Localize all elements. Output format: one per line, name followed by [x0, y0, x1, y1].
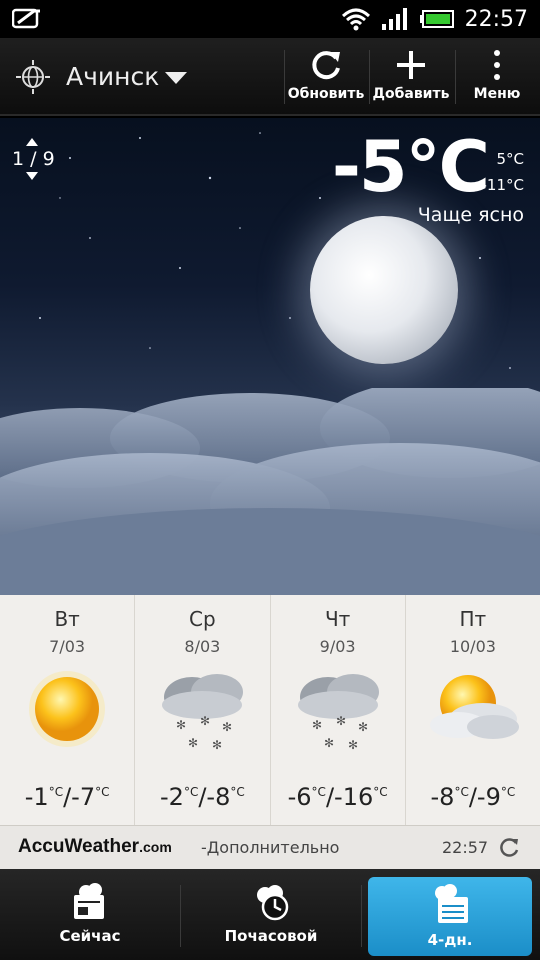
add-label: Добавить: [372, 86, 450, 102]
forecast-panel: Вт 7/03 -1°C/-7°C Ср 8/03 ✻ ✻ ✻ ✻ ✻ -2°C/-8°…: [0, 595, 540, 825]
forecast-temperature-range: -2°C/-8°C: [160, 783, 245, 811]
forecast-date: 9/03: [319, 637, 356, 656]
last-updated-time: 22:57: [442, 838, 489, 857]
svg-text:✻: ✻: [176, 718, 186, 732]
forecast-date: 8/03: [184, 637, 221, 656]
provider-strip: AccuWeather.com -Дополнительно 22:57: [0, 825, 540, 869]
accuweather-logo[interactable]: AccuWeather.com: [18, 836, 172, 858]
refresh-label: Обновить: [287, 86, 365, 102]
tab-now-label: Сейчас: [59, 927, 121, 945]
svg-text:✻: ✻: [312, 718, 322, 732]
forecast-day[interactable]: Вт 7/03 -1°C/-7°C: [0, 595, 136, 825]
svg-text:✻: ✻: [324, 736, 334, 750]
forecast-date: 7/03: [49, 637, 86, 656]
svg-text:✻: ✻: [358, 720, 368, 734]
overflow-menu-icon: [494, 50, 500, 80]
current-temperature: -5°C: [331, 126, 490, 208]
bottom-tab-bar: Сейчас Почасовой 4-дн.: [0, 869, 540, 960]
forecast-temperature-range: -6°C/-16°C: [287, 783, 388, 811]
snow-icon: ✻ ✻ ✻✻ ✻: [297, 674, 379, 752]
svg-text:✻: ✻: [222, 720, 232, 734]
calendar-cloud-icon: [435, 884, 468, 923]
temperature-low: -11°C: [481, 176, 524, 194]
notification-icon: [12, 8, 40, 29]
divider: [361, 885, 362, 947]
city-name[interactable]: Ачинск: [66, 62, 159, 91]
svg-text:✻: ✻: [348, 738, 358, 752]
svg-text:✻: ✻: [200, 714, 210, 728]
refresh-icon[interactable]: [497, 836, 521, 860]
chevron-down-icon[interactable]: [165, 72, 187, 84]
weather-condition: Чаще ясно: [417, 204, 524, 226]
refresh-icon: [312, 51, 340, 80]
add-city-button[interactable]: Добавить: [370, 38, 452, 116]
clock-cloud-icon: [257, 885, 289, 921]
forecast-temperature-range: -1°C/-7°C: [24, 783, 110, 811]
battery-icon: [419, 10, 454, 28]
partly-sunny-icon: [429, 675, 519, 739]
forecast-day-name: Ср: [189, 607, 216, 631]
forecast-date: 10/03: [449, 637, 496, 656]
menu-button[interactable]: Меню: [456, 38, 538, 116]
tab-4-day-label: 4-дн.: [427, 931, 473, 949]
temperature-high: 5°C: [496, 150, 524, 168]
clouds-image: [0, 388, 540, 595]
wifi-icon: [341, 8, 370, 31]
calendar-cloud-icon: [74, 883, 104, 919]
forecast-day-name: Вт: [54, 607, 80, 631]
sunny-icon: [29, 671, 105, 747]
moon-image: [310, 216, 458, 364]
plus-icon: [397, 51, 425, 79]
locate-icon[interactable]: [16, 60, 50, 94]
tab-now[interactable]: Сейчас: [0, 869, 180, 960]
forecast-day[interactable]: Чт 9/03 ✻ ✻ ✻ ✻ ✻ -6°C/-16°C: [271, 595, 406, 825]
tab-hourly-label: Почасовой: [224, 927, 318, 945]
svg-text:✻: ✻: [212, 738, 222, 752]
svg-text:✻: ✻: [188, 736, 198, 750]
forecast-day-name: Пт: [459, 607, 487, 631]
refresh-button[interactable]: Обновить: [286, 38, 366, 116]
forecast-temperature-range: -8°C/-9°C: [430, 783, 516, 811]
tab-4-day[interactable]: 4-дн.: [368, 877, 532, 956]
action-bar: Ачинск Обновить Добавить Меню: [0, 38, 540, 116]
divider: [284, 50, 285, 104]
forecast-day[interactable]: Ср 8/03 ✻ ✻ ✻ ✻ ✻ -2°C/-8°C: [135, 595, 271, 825]
forecast-day-name: Чт: [324, 607, 351, 631]
tab-hourly[interactable]: Почасовой: [181, 869, 361, 960]
status-time: 22:57: [464, 6, 528, 32]
weather-scene[interactable]: 1 / 9 -5°C 5°C -11°C Чаще ясно: [0, 118, 540, 595]
menu-label: Меню: [473, 86, 521, 102]
signal-icon: [381, 8, 407, 30]
svg-text:✻: ✻: [336, 714, 346, 728]
status-bar: 22:57: [0, 0, 540, 38]
forecast-day[interactable]: Пт 10/03 -8°C/-9°C: [406, 595, 540, 825]
location-page-indicator: 1 / 9: [12, 148, 55, 170]
more-link[interactable]: -Дополнительно: [201, 838, 339, 857]
snow-icon: ✻ ✻ ✻✻ ✻: [162, 674, 244, 752]
